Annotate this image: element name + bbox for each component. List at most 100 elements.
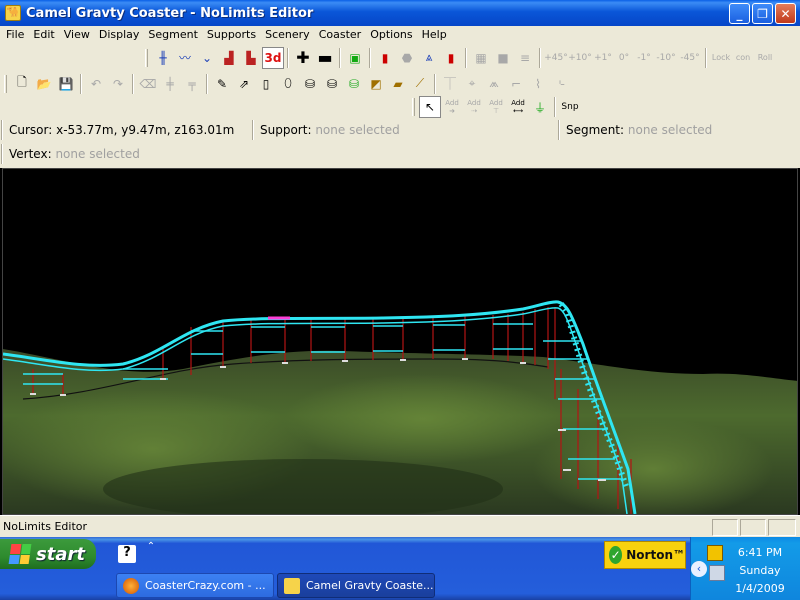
start-label: start	[36, 543, 85, 565]
norton-shield-icon[interactable]	[707, 545, 723, 561]
toolbar-grip[interactable]	[412, 98, 415, 116]
firefox-icon	[123, 577, 139, 594]
maximize-button[interactable]: ❐	[752, 3, 773, 24]
help-icon[interactable]: ?	[118, 545, 136, 563]
windows-logo-icon	[8, 544, 32, 564]
track-view-icon[interactable]: ╫	[152, 47, 174, 69]
block-icon[interactable]: ■	[492, 47, 514, 69]
open-folder-icon[interactable]: 📂	[33, 73, 55, 95]
block-yellow-icon[interactable]: ◩	[365, 73, 387, 95]
pipe-thin-icon[interactable]: ▯	[255, 73, 277, 95]
toolbar-grip[interactable]	[145, 48, 148, 67]
menu-edit[interactable]: Edit	[30, 26, 60, 44]
3d-viewport[interactable]	[2, 168, 798, 515]
coaster-train-icon[interactable]: ▙	[240, 47, 262, 69]
new-file-icon[interactable]: 🗋	[11, 73, 33, 95]
start-button[interactable]: start	[0, 539, 96, 569]
curve-view-icon[interactable]: 〰	[174, 47, 196, 69]
segment-label: Segment:	[566, 123, 625, 137]
pillar-cross-icon[interactable]: ⌖	[461, 73, 483, 95]
add-beam-button[interactable]: Add ⟷	[507, 96, 529, 118]
beam-yellow-icon[interactable]: ▰	[387, 73, 409, 95]
add-footer-icon[interactable]: ⏚	[529, 96, 551, 118]
cylinder-icon[interactable]: ⛁	[299, 73, 321, 95]
erase-icon[interactable]: ⌫	[137, 73, 159, 95]
close-button[interactable]: ✕	[775, 3, 796, 24]
cylinder-green-icon[interactable]: ⛁	[343, 73, 365, 95]
cylinder-large-icon[interactable]: ⛁	[321, 73, 343, 95]
field-separator	[1, 120, 3, 140]
menu-file[interactable]: File	[3, 26, 30, 44]
add-link-button[interactable]: Add ⇢	[463, 96, 485, 118]
undo-icon[interactable]: ↶	[85, 73, 107, 95]
clock-time[interactable]: 6:41 PM	[723, 546, 797, 559]
terrain-patch	[283, 374, 563, 464]
rotate-minus1-button[interactable]: -1°	[634, 47, 654, 69]
toolbar-grip[interactable]	[4, 74, 7, 93]
menu-supports[interactable]: Supports	[204, 26, 262, 44]
menu-help[interactable]: Help	[419, 26, 453, 44]
add-node-button[interactable]: Add ➜	[441, 96, 463, 118]
add-label: Add	[489, 99, 503, 107]
info-bar: Cursor: x-53.77m, y9.47m, z163.01m Suppo…	[0, 118, 800, 168]
norton-button[interactable]: ✓ Norton™	[604, 541, 686, 569]
dip-view-icon[interactable]: ⌄	[196, 47, 218, 69]
menu-options[interactable]: Options	[367, 26, 418, 44]
menu-segment[interactable]: Segment	[145, 26, 204, 44]
grid-icon[interactable]: ▦	[470, 47, 492, 69]
beam-diagonal-icon[interactable]: ⟋	[409, 73, 431, 95]
pillar-s-icon[interactable]: ⌇	[527, 73, 549, 95]
save-icon[interactable]: 💾	[55, 73, 77, 95]
double-pencil-icon[interactable]: ⇗	[233, 73, 255, 95]
task-button-browser[interactable]: CoasterCrazy.com - ...	[116, 573, 274, 598]
rotate-plus10-button[interactable]: +10°	[568, 47, 592, 69]
toolbar-separator	[339, 47, 341, 68]
minimize-button[interactable]: _	[729, 3, 750, 24]
field-separator	[1, 144, 3, 164]
join-icon[interactable]: ╤	[181, 73, 203, 95]
zoom-out-icon[interactable]: ▬	[314, 47, 336, 69]
con-roll-button[interactable]: con	[732, 47, 754, 69]
traffic-light-icon[interactable]: ▮	[374, 47, 396, 69]
tower-icon[interactable]: ⩓	[418, 47, 440, 69]
lock-button[interactable]: Lock	[710, 47, 732, 69]
field-separator	[558, 120, 560, 140]
pillar-bend-icon[interactable]: ⌐	[505, 73, 527, 95]
app-icon[interactable]: 🐪	[5, 5, 21, 21]
rotate-minus10-button[interactable]: -10°	[654, 47, 678, 69]
menu-scenery[interactable]: Scenery	[262, 26, 316, 44]
view-3d-button[interactable]: 3d	[262, 46, 284, 69]
pencil-icon[interactable]: ✎	[211, 73, 233, 95]
signal-icon[interactable]: ▮	[440, 47, 462, 69]
stop-icon[interactable]: ⬣	[396, 47, 418, 69]
menu-coaster[interactable]: Coaster	[316, 26, 368, 44]
rotate-minus45-button[interactable]: -45°	[678, 47, 702, 69]
ruler-icon[interactable]: ≡	[514, 47, 536, 69]
rotate-plus45-button[interactable]: +45°	[544, 47, 568, 69]
quicklaunch-chevron-icon[interactable]: ⌃	[142, 541, 160, 559]
menu-view[interactable]: View	[61, 26, 96, 44]
pillar-icon[interactable]: ⏉	[439, 73, 461, 95]
coaster-side-icon[interactable]: ▟	[218, 47, 240, 69]
redo-icon[interactable]: ↷	[107, 73, 129, 95]
toolbar-separator	[539, 47, 541, 68]
tray-expand-icon[interactable]: ‹	[691, 561, 707, 577]
add-label: Add	[511, 99, 525, 107]
pipe-icon[interactable]: ⬯	[277, 73, 299, 95]
task-button-editor[interactable]: Camel Gravty Coaste...	[277, 573, 435, 598]
select-arrow-icon[interactable]: ↖	[419, 96, 441, 118]
roll-button[interactable]: Roll	[754, 47, 776, 69]
rotate-zero-button[interactable]: 0°	[614, 47, 634, 69]
split-icon[interactable]: ╪	[159, 73, 181, 95]
sim-3d-icon[interactable]: ▣	[344, 47, 366, 69]
zoom-in-icon[interactable]: ✚	[292, 47, 314, 69]
vertex-label: Vertex:	[9, 147, 52, 161]
arrow-right-icon: ➜	[449, 107, 455, 115]
add-support-button[interactable]: Add ⊤	[485, 96, 507, 118]
toolbar-support: ↖ Add ➜ Add ⇢ Add ⊤ Add ⟷ ⏚ Snp	[0, 96, 800, 118]
snap-button[interactable]: Snp	[559, 96, 581, 118]
pillar-a-icon[interactable]: ⩕	[483, 73, 505, 95]
pillar-d-icon[interactable]: ⌎	[549, 73, 571, 95]
menu-display[interactable]: Display	[96, 26, 146, 44]
rotate-plus1-button[interactable]: +1°	[592, 47, 614, 69]
